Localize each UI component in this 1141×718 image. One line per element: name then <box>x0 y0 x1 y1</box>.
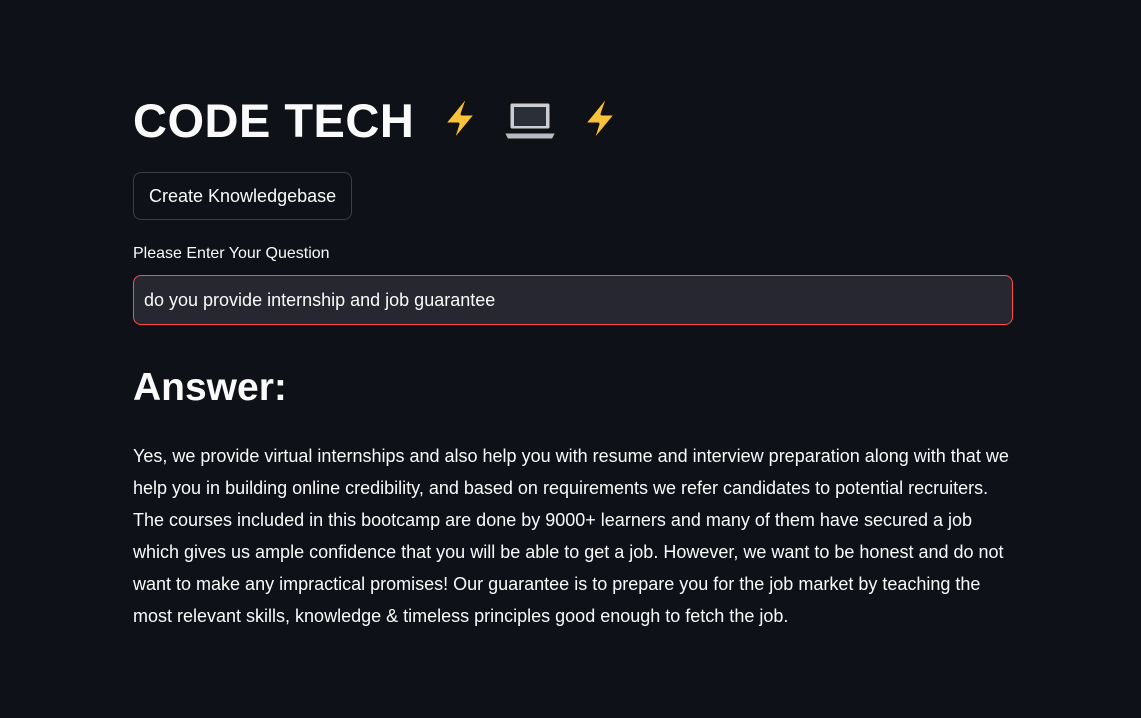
answer-text: Yes, we provide virtual internships and … <box>133 446 1009 626</box>
question-label: Please Enter Your Question <box>133 245 330 262</box>
create-knowledgebase-button[interactable]: Create Knowledgebase <box>133 172 353 220</box>
question-input-wrapper <box>133 275 1013 325</box>
laptop-icon <box>501 100 559 142</box>
lightning-icon <box>442 95 478 145</box>
page-title: CODE TECH <box>133 93 415 147</box>
answer-heading: Answer: <box>133 366 287 409</box>
question-input[interactable] <box>134 276 1012 324</box>
title-row: CODE TECH <box>133 88 626 152</box>
lightning-icon <box>582 95 618 145</box>
